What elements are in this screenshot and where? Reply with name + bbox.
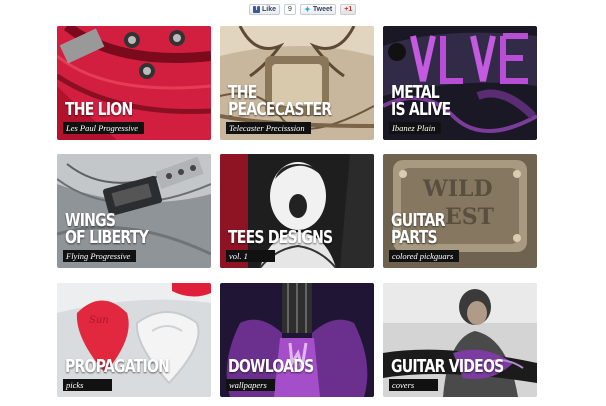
- tile-title: PROPAGATION: [65, 356, 170, 377]
- portfolio-grid: THE LION Les Paul Progressive THE PEACEC…: [0, 0, 606, 406]
- tile-subtitle: Ibanez Plain: [389, 122, 442, 134]
- tile-subtitle: Telecaster Precisssion: [226, 122, 311, 134]
- tile-title: METAL IS ALIVE: [391, 82, 451, 120]
- svg-text:Sun: Sun: [89, 315, 109, 326]
- tile-the-peacecaster[interactable]: THE PEACECASTER Telecaster Precisssion: [220, 26, 374, 140]
- tile-title: GUITAR VIDEOS: [391, 356, 504, 377]
- tile-title: THE LION: [65, 99, 133, 120]
- tile-subtitle: Les Paul Progressive: [63, 122, 145, 134]
- tile-title: TEES DESIGNS: [228, 227, 333, 248]
- tile-subtitle: covers: [389, 379, 438, 391]
- tile-guitar-parts[interactable]: WILD EST GUITAR PARTS colored pickguars: [383, 154, 537, 268]
- svg-text:WILD: WILD: [422, 176, 493, 202]
- tile-propagation[interactable]: Sun PROPAGATION picks: [57, 283, 211, 397]
- tile-subtitle: Flying Progressive: [63, 250, 137, 262]
- tile-subtitle: wallpapers: [226, 379, 275, 391]
- tile-subtitle: picks: [63, 379, 112, 391]
- tile-guitar-videos[interactable]: GUITAR VIDEOS covers: [383, 283, 537, 397]
- tile-title: DOWLOADS: [228, 356, 314, 377]
- tile-the-lion[interactable]: THE LION Les Paul Progressive: [57, 26, 211, 140]
- tile-wings-of-liberty[interactable]: WINGS OF LIBERTY Flying Progressive: [57, 154, 211, 268]
- tile-title: GUITAR PARTS: [391, 210, 445, 248]
- tile-subtitle: vol. 1: [226, 250, 275, 262]
- tile-tees-designs[interactable]: TEES DESIGNS vol. 1: [220, 154, 374, 268]
- tile-dowloads[interactable]: DOWLOADS wallpapers: [220, 283, 374, 397]
- tile-title: WINGS OF LIBERTY: [65, 210, 149, 248]
- tile-title: THE PEACECASTER: [228, 82, 332, 120]
- tile-subtitle: colored pickguars: [389, 250, 460, 262]
- tile-metal-is-alive[interactable]: METAL IS ALIVE Ibanez Plain: [383, 26, 537, 140]
